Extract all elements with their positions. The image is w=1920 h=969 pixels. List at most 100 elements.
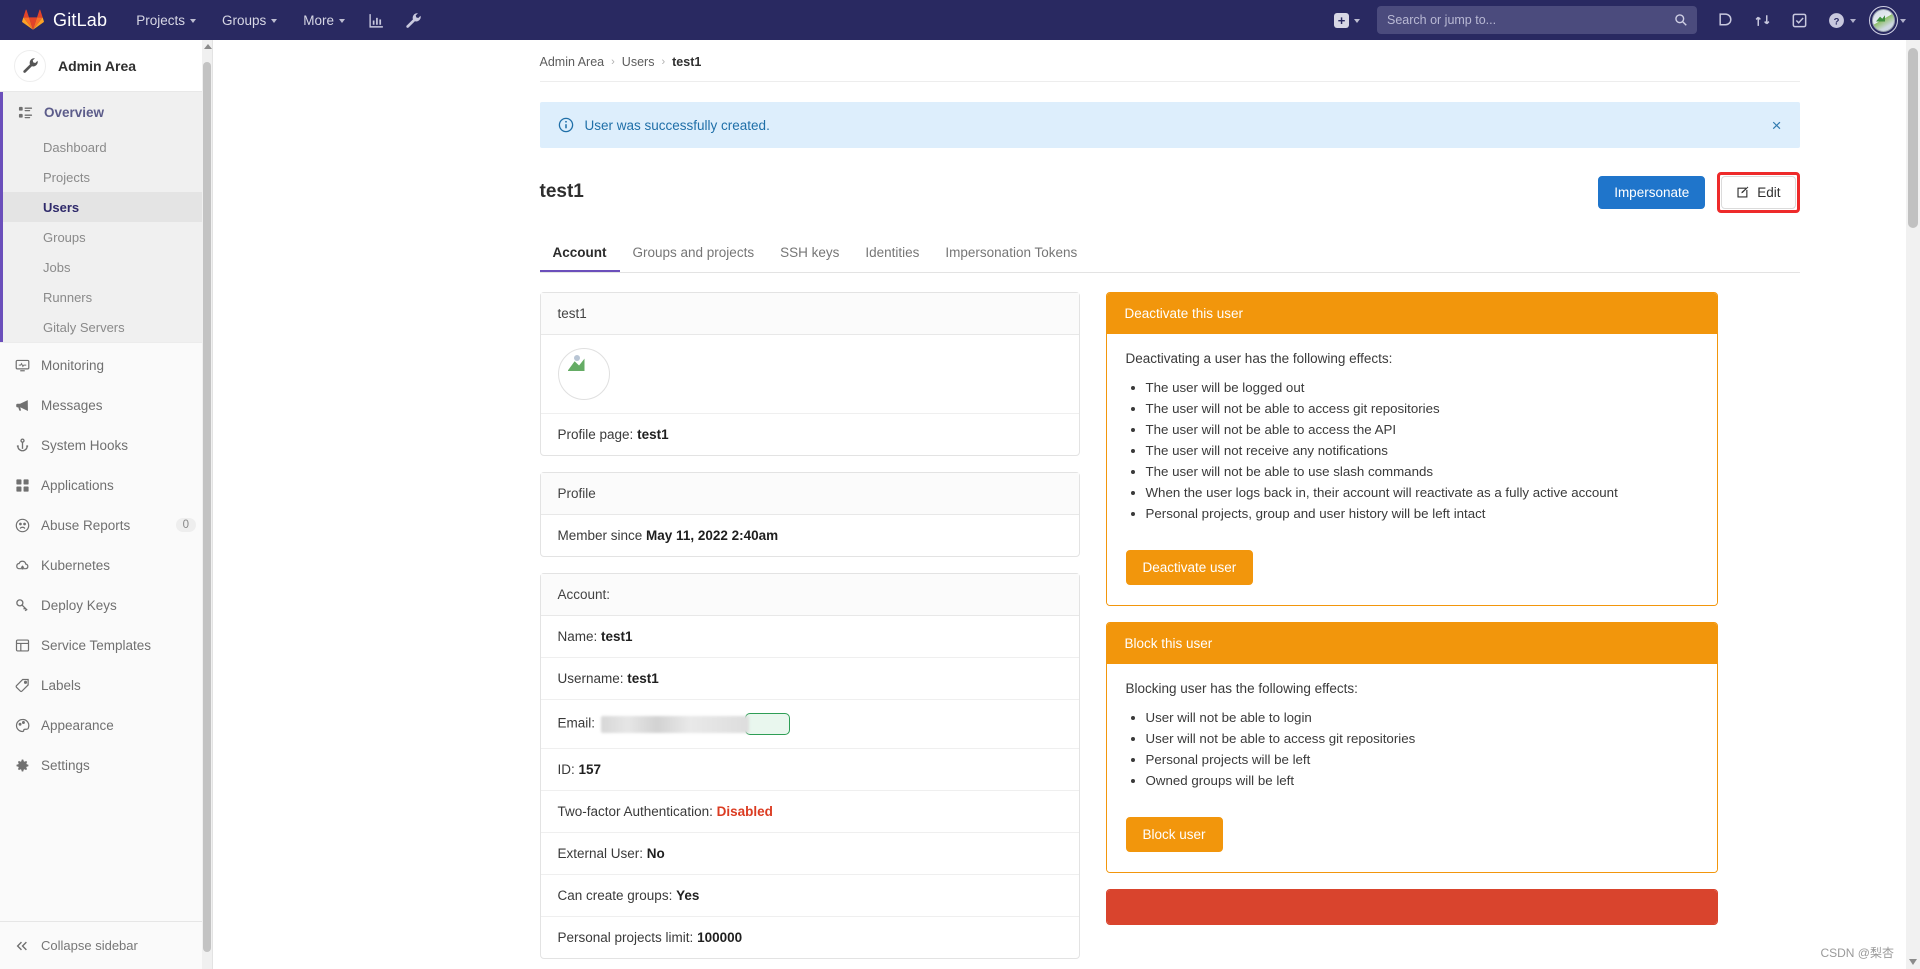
sidebar-item-dashboard-label: Dashboard: [43, 139, 107, 155]
profile-page-label: Profile page:: [557, 427, 634, 442]
sidebar-item-settings-label: Settings: [41, 757, 90, 773]
breadcrumb-separator-icon: ›: [611, 56, 615, 68]
block-user-button[interactable]: Block user: [1125, 817, 1223, 852]
danger-zone-panel: [1105, 889, 1718, 925]
user-tabs: Account Groups and projects SSH keys Ide…: [539, 236, 1800, 273]
help-button[interactable]: ?: [1818, 0, 1866, 40]
sidebar-item-users[interactable]: Users: [3, 192, 212, 222]
sidebar-title: Admin Area: [58, 57, 137, 74]
page-scroll-thumb[interactable]: [1908, 48, 1918, 228]
sidebar-item-projects[interactable]: Projects: [3, 162, 212, 192]
nav-projects[interactable]: Projects: [123, 0, 209, 40]
sidebar-item-deploy-keys[interactable]: Deploy Keys: [0, 585, 212, 625]
scroll-down-arrow-icon[interactable]: [1909, 959, 1917, 965]
block-panel-heading: Block this user: [1106, 623, 1717, 664]
deactivate-user-button[interactable]: Deactivate user: [1125, 550, 1254, 585]
sidebar-scroll-thumb[interactable]: [203, 62, 211, 952]
tab-account[interactable]: Account: [539, 236, 620, 272]
sidebar-item-service-templates[interactable]: Service Templates: [0, 625, 212, 665]
sidebar-item-system-hooks[interactable]: System Hooks: [0, 425, 212, 465]
admin-wrench-button[interactable]: [395, 0, 432, 40]
profile-card-title: Profile: [540, 473, 1079, 515]
page-scrollbar[interactable]: [1906, 40, 1920, 969]
sidebar-item-gitaly-servers[interactable]: Gitaly Servers: [3, 312, 212, 342]
row-label: Personal projects limit:: [557, 930, 694, 945]
sidebar-item-settings[interactable]: Settings: [0, 745, 212, 785]
sidebar-item-groups-label: Groups: [43, 229, 86, 245]
merge-requests-button[interactable]: [1744, 0, 1781, 40]
breadcrumb-separator-icon: ›: [661, 56, 666, 68]
sidebar-item-runners[interactable]: Runners: [3, 282, 212, 312]
gitlab-tanuki-icon: [22, 9, 44, 30]
chevron-down-icon: [339, 19, 346, 23]
sidebar-item-messages-label: Messages: [41, 397, 103, 413]
breadcrumb-users[interactable]: Users: [622, 55, 655, 69]
sidebar-item-kubernetes-label: Kubernetes: [41, 557, 111, 573]
megaphone-icon: [14, 398, 30, 413]
sidebar-item-abuse-reports[interactable]: Abuse Reports 0: [0, 505, 212, 545]
sidebar-item-labels-label: Labels: [41, 677, 81, 693]
analytics-button[interactable]: [358, 0, 395, 40]
row-value: 100000: [697, 930, 743, 945]
list-item: Personal projects, group and user histor…: [1146, 503, 1698, 524]
page-title: test1: [539, 181, 584, 202]
monitor-icon: [14, 358, 30, 373]
tab-ssh-keys[interactable]: SSH keys: [767, 236, 852, 272]
sidebar-item-overview-label: Overview: [44, 104, 105, 120]
sidebar-item-applications-label: Applications: [41, 477, 114, 493]
breadcrumb-admin-area[interactable]: Admin Area: [540, 55, 605, 69]
sidebar-item-labels[interactable]: Labels: [0, 665, 212, 705]
sidebar-item-kubernetes[interactable]: Kubernetes: [0, 545, 212, 585]
sidebar-item-messages[interactable]: Messages: [0, 385, 212, 425]
sidebar-item-dashboard[interactable]: Dashboard: [3, 132, 212, 162]
sidebar-item-abuse-reports-label: Abuse Reports: [41, 517, 131, 533]
tab-groups-and-projects[interactable]: Groups and projects: [620, 236, 768, 272]
list-item: Owned groups will be left: [1146, 770, 1698, 791]
global-search[interactable]: [1377, 6, 1697, 34]
sidebar-item-deploy-keys-label: Deploy Keys: [41, 597, 117, 613]
abuse-reports-count-badge: 0: [175, 518, 196, 532]
sidebar-group-overview: Overview Dashboard Projects Users Groups…: [0, 92, 212, 342]
sidebar-item-overview[interactable]: Overview: [3, 92, 212, 132]
sidebar-header[interactable]: Admin Area: [0, 40, 212, 92]
impersonate-button[interactable]: Impersonate: [1598, 175, 1706, 209]
wrench-icon: [406, 12, 421, 28]
tab-impersonation-tokens[interactable]: Impersonation Tokens: [932, 236, 1090, 272]
issues-button[interactable]: [1707, 0, 1744, 40]
todos-button[interactable]: [1781, 0, 1818, 40]
list-item: The user will not be able to use slash c…: [1146, 461, 1698, 482]
sidebar-item-appearance[interactable]: Appearance: [0, 705, 212, 745]
sidebar-item-users-label: Users: [43, 199, 80, 215]
edit-button[interactable]: Edit: [1721, 175, 1796, 209]
sidebar-scrollbar[interactable]: [202, 40, 212, 969]
sidebar-item-monitoring[interactable]: Monitoring: [0, 345, 212, 385]
sidebar-item-jobs-label: Jobs: [43, 259, 71, 275]
tab-identities[interactable]: Identities: [852, 236, 932, 272]
close-icon[interactable]: ×: [1772, 117, 1782, 134]
user-menu-button[interactable]: [1866, 0, 1914, 40]
email-redacted: [600, 713, 790, 735]
search-input[interactable]: [1387, 13, 1687, 27]
collapse-sidebar-button[interactable]: Collapse sidebar: [0, 921, 212, 969]
chevron-down-icon: [1900, 19, 1906, 23]
create-new-button[interactable]: +: [1321, 0, 1373, 40]
sidebar-item-jobs[interactable]: Jobs: [3, 252, 212, 282]
nav-more[interactable]: More: [290, 0, 358, 40]
admin-sidebar: Admin Area Overview Dashboard Projects U…: [0, 40, 213, 969]
sidebar-item-system-hooks-label: System Hooks: [41, 437, 129, 453]
list-item: User will not be able to login: [1146, 707, 1698, 728]
sidebar-item-applications[interactable]: Applications: [0, 465, 212, 505]
hook-icon: [14, 437, 30, 453]
gitlab-logo[interactable]: GitLab: [0, 0, 123, 40]
top-navbar: GitLab Projects Groups More + Search or …: [0, 0, 1920, 40]
scroll-up-arrow-icon[interactable]: [204, 44, 212, 49]
user-summary-title: test1: [540, 293, 1079, 335]
avatar: [557, 348, 610, 400]
profile-page-value[interactable]: test1: [637, 427, 669, 442]
sidebar-item-gitaly-servers-label: Gitaly Servers: [43, 319, 125, 335]
nav-groups[interactable]: Groups: [209, 0, 290, 40]
block-user-panel: Block this user Blocking user has the fo…: [1105, 622, 1718, 873]
sidebar-item-groups[interactable]: Groups: [3, 222, 212, 252]
gitlab-brand-label: GitLab: [53, 9, 108, 30]
profile-card: Profile Member since May 11, 2022 2:40am: [539, 472, 1080, 557]
